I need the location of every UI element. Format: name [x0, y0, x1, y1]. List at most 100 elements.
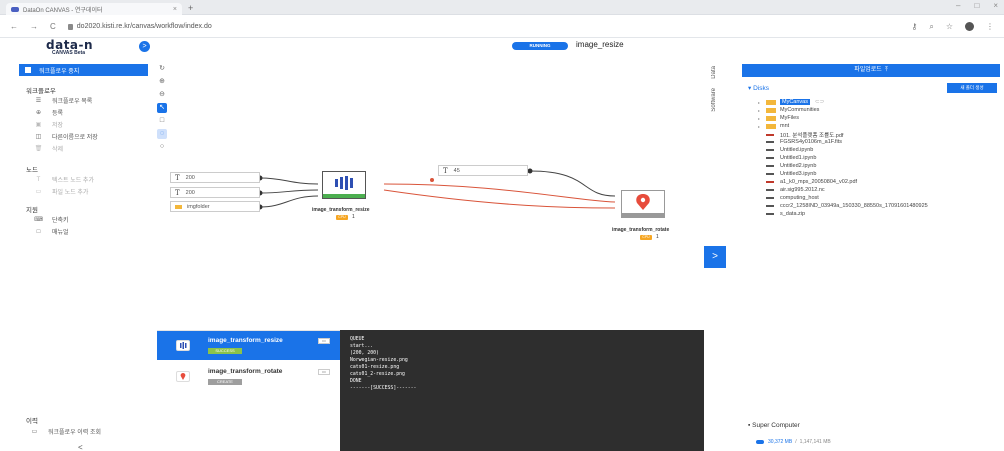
tree-item-file[interactable]: Untitled.ipynb: [766, 147, 813, 153]
new-tab-button[interactable]: +: [188, 3, 193, 13]
bars-icon: [176, 340, 190, 351]
tree-item-mycommunities[interactable]: ▸ MyCommunities: [756, 107, 819, 113]
sidebar-item-manual[interactable]: □ 매뉴얼: [34, 227, 69, 237]
sidebar-item-workflow-list[interactable]: ☰ 워크플로우 목록: [34, 96, 93, 105]
job-detail-icon[interactable]: ▭: [318, 369, 330, 375]
folder-node-icon: ▭: [35, 189, 42, 195]
expand-toggle-icon[interactable]: ▸: [756, 124, 762, 129]
lasso-tool-icon[interactable]: ◌: [157, 129, 167, 139]
close-tab-icon[interactable]: ×: [173, 6, 177, 13]
back-icon[interactable]: ←: [10, 22, 18, 31]
rotate-node-label: image_transform_rotate: [612, 227, 670, 233]
sidebar-item-shortcuts[interactable]: ⌨ 단축키: [34, 215, 68, 224]
file-icon: [766, 205, 774, 207]
sidebar-item-register[interactable]: ⊕ 등록: [34, 108, 63, 117]
tree-item-file[interactable]: 101. 분석플랫폼 조률도.pdf: [766, 131, 843, 139]
resize-node[interactable]: [322, 171, 366, 199]
address-bar: ← → C do2020.kisti.re.kr/canvas/workflow…: [0, 16, 1004, 38]
sidebar-item-add-text-node[interactable]: T 텍스트 노드 추가: [34, 175, 94, 185]
maximize-icon[interactable]: □: [974, 1, 979, 10]
job-detail-icon[interactable]: ▭: [318, 338, 330, 344]
file-upload-button[interactable]: 파일업로드 ⤒: [742, 64, 1000, 77]
sidebar-item-delete[interactable]: 🗑 삭제: [34, 144, 63, 153]
tree-item-file[interactable]: s_data.zip: [766, 211, 805, 217]
node-section-title: 노드: [26, 167, 38, 174]
text-type-icon: T: [175, 173, 180, 182]
console-line: DONE: [350, 379, 362, 384]
refresh-icon[interactable]: ↻: [157, 64, 167, 74]
stop-workflow-button[interactable]: 워크플로우 중지: [19, 64, 148, 76]
edge-angle-to-rotate: [529, 170, 616, 197]
app-logo-subtitle: CANVAS Beta: [52, 50, 85, 56]
profile-avatar-icon[interactable]: [965, 22, 974, 31]
help-section-title: 지원: [26, 207, 38, 214]
tree-item-file[interactable]: Untitled2.ipynb: [766, 163, 816, 169]
folder-input-node[interactable]: imgfolder: [170, 201, 260, 212]
text-input-node-height[interactable]: T 200: [170, 187, 260, 198]
history-icon: ▭: [31, 429, 38, 435]
text-input-node-angle[interactable]: T 45: [438, 165, 528, 176]
tree-item-mnt[interactable]: ▸ mnt: [756, 123, 789, 129]
tree-item-label: MyFiles: [780, 115, 799, 121]
tab-software[interactable]: Software: [711, 88, 717, 112]
job-status-badge: CREATE: [208, 379, 242, 385]
minimize-icon[interactable]: –: [956, 1, 960, 10]
sidebar-item-add-file-node[interactable]: ▭ 파일 노드 추가: [34, 187, 89, 196]
job-name: image_transform_rotate: [208, 368, 283, 375]
file-icon: [766, 173, 774, 175]
tree-item-myfiles[interactable]: ▸ MyFiles: [756, 115, 799, 121]
keyboard-icon: ⌨: [34, 217, 43, 223]
browser-tab[interactable]: DataOn CANVAS - 연구데이터 ×: [6, 3, 182, 15]
sidebar-item-save[interactable]: ▣ 저장: [34, 120, 63, 129]
console-line: Norwegian-resize.png: [350, 358, 408, 363]
map-pin-icon: [176, 371, 190, 382]
text-type-icon: T: [443, 166, 448, 175]
tree-item-file[interactable]: FGSRS4y0106m_a1F.fits: [766, 139, 842, 145]
workflow-canvas[interactable]: T 200 T 200 imgfolder T 45 image_transfo…: [170, 62, 710, 330]
tree-item-file[interactable]: computing_host: [766, 195, 819, 201]
tab-data[interactable]: Data: [711, 66, 717, 79]
tree-item-file[interactable]: a1_k0_mps_20050804_v02.pdf: [766, 179, 857, 185]
workflow-title: image_resize: [576, 40, 624, 49]
sidebar-item-workflow-history[interactable]: ▭ 워크플로우 이력 조회: [30, 427, 101, 436]
rotate-node[interactable]: [621, 190, 665, 218]
expand-toggle-icon[interactable]: ▸: [756, 116, 762, 121]
new-folder-button[interactable]: 새 폴더 생성: [947, 83, 997, 93]
sidebar-item-save-as[interactable]: ◫ 다른이름으로 저장: [34, 132, 98, 141]
job-item-resize[interactable]: image_transform_resize SUCCESS ▭: [157, 331, 340, 360]
fit-view-icon[interactable]: ○: [157, 142, 167, 152]
star-icon[interactable]: ☆: [946, 22, 953, 31]
tree-item-file[interactable]: air.sig995.2012.nc: [766, 187, 825, 193]
expand-toggle-icon[interactable]: ▸: [756, 100, 762, 105]
tree-item-label: FGSRS4y0106m_a1F.fits: [780, 139, 843, 145]
port-dot[interactable]: [430, 178, 434, 182]
edge-folder-to-resize: [259, 195, 319, 208]
url-field[interactable]: do2020.kisti.re.kr/canvas/workflow/index…: [67, 23, 212, 30]
super-computer-section-title: ▪ Super Computer: [748, 422, 800, 429]
expand-panel-button[interactable]: >: [704, 246, 726, 268]
collapse-sidebar-button[interactable]: <: [78, 443, 83, 451]
tree-item-mycanvas[interactable]: ▸ MyCanvas ⊂⊃: [756, 99, 824, 105]
menu-kebab-icon[interactable]: ⋮: [986, 22, 994, 31]
plus-circle-icon: ⊕: [35, 110, 42, 116]
expand-toggle-icon[interactable]: ▸: [756, 108, 762, 113]
folder-icon: [766, 107, 776, 113]
zoom-icon[interactable]: ⌕: [929, 22, 933, 32]
job-item-rotate[interactable]: image_transform_rotate CREATE ▭: [157, 362, 340, 391]
pointer-tool-icon[interactable]: ↖: [157, 103, 167, 113]
port-dot[interactable]: [527, 168, 533, 174]
key-icon[interactable]: ⚷: [911, 22, 917, 31]
upload-icon: ⤒: [883, 67, 888, 73]
zoom-in-icon[interactable]: ⊕: [157, 77, 167, 87]
tree-item-file[interactable]: cccr2_1258IND_03949a_150330_88550s_17091…: [766, 203, 928, 209]
tree-item-label: computing_host: [780, 195, 819, 201]
square-tool-icon[interactable]: □: [157, 116, 167, 126]
tree-item-file[interactable]: Untitled3.ipynb: [766, 171, 816, 177]
zoom-out-icon[interactable]: ⊖: [157, 90, 167, 100]
text-input-node-width[interactable]: T 200: [170, 172, 260, 183]
forward-icon[interactable]: →: [30, 22, 38, 31]
reload-icon[interactable]: C: [50, 22, 56, 31]
header-toggle-button[interactable]: >: [139, 41, 150, 52]
close-window-icon[interactable]: ×: [993, 1, 998, 10]
tree-item-file[interactable]: Untitled1.ipynb: [766, 155, 816, 161]
